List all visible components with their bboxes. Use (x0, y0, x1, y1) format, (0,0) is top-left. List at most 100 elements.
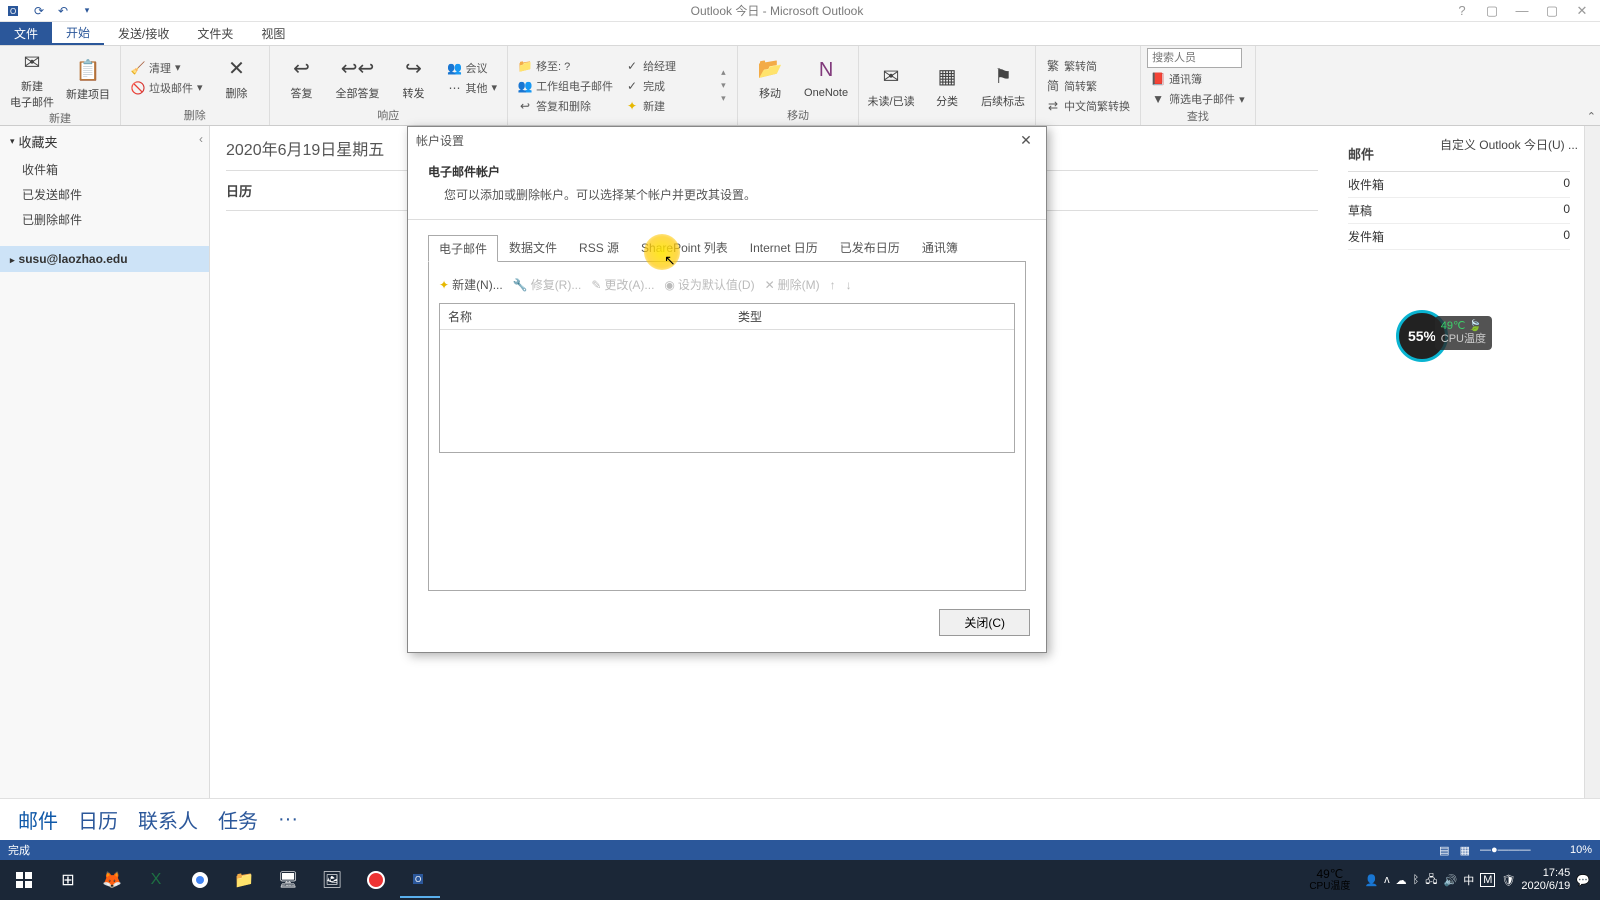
nav-sent[interactable]: 已发送邮件 (0, 182, 209, 207)
move-button[interactable]: 📂移动 (744, 55, 796, 101)
nav-account[interactable]: ▸susu@laozhao.edu (0, 246, 209, 272)
cpu-temp-widget[interactable]: 49℃ 🍃 CPU温度 (1435, 316, 1492, 350)
tab-sendreceive[interactable]: 发送/接收 (104, 22, 183, 45)
team-email-button[interactable]: 👥工作组电子邮件 (514, 77, 617, 95)
summary-drafts[interactable]: 草稿0 (1348, 198, 1570, 224)
dlg-tab-addressbooks[interactable]: 通讯簿 (911, 234, 969, 261)
status-view-normal-icon[interactable]: ▤ (1439, 844, 1449, 857)
taskbar-outlook-icon[interactable]: O (400, 862, 440, 898)
done-button[interactable]: ✓完成 (621, 77, 717, 95)
tab-file[interactable]: 文件 (0, 22, 52, 45)
taskbar-record-icon[interactable] (356, 862, 396, 898)
reply-all-button[interactable]: ↩↩全部答复 (332, 55, 384, 101)
taskbar-excel-icon[interactable]: X (136, 862, 176, 898)
taskbar-app-1-icon[interactable]: 🦊 (92, 862, 132, 898)
dialog-close-button[interactable]: ✕ (1014, 132, 1038, 149)
tray-volume-icon[interactable]: 🔊 (1444, 874, 1458, 887)
zoom-level[interactable]: 10% (1570, 844, 1592, 856)
forward-icon: ↪ (400, 55, 428, 83)
tray-onedrive-icon[interactable]: ☁ (1396, 874, 1407, 887)
nav-collapse-icon[interactable]: ‹ (199, 132, 203, 146)
tray-people-icon[interactable]: 👤 (1364, 874, 1378, 887)
new-email-button[interactable]: ✉ 新建 电子邮件 (6, 48, 58, 110)
tray-chevron-icon[interactable]: ʌ (1384, 874, 1390, 886)
help-icon[interactable]: ? (1452, 3, 1472, 19)
close-window-icon[interactable]: ✕ (1572, 3, 1592, 19)
quicksteps-launcher-icon[interactable]: ▾ (721, 93, 731, 104)
tray-shield-icon[interactable]: 🛡 (1501, 874, 1515, 887)
tab-home[interactable]: 开始 (52, 22, 104, 45)
tray-network-icon[interactable]: 🖧 (1425, 871, 1437, 890)
junk-button[interactable]: 🚫垃圾邮件 ▾ (127, 79, 207, 97)
moveto-button[interactable]: 📁移至: ? (514, 57, 617, 75)
taskbar-app-3-icon[interactable]: 🖼 (312, 862, 352, 898)
dialog-close-footer-button[interactable]: 关闭(C) (939, 609, 1030, 636)
tab-folder[interactable]: 文件夹 (183, 22, 247, 45)
delete-button[interactable]: ✕ 删除 (211, 55, 263, 101)
search-people-input[interactable] (1147, 48, 1242, 68)
content-scrollbar[interactable] (1584, 126, 1600, 798)
tomanager-button[interactable]: ✓给经理 (621, 57, 717, 75)
navbar-more[interactable]: ··· (278, 808, 298, 831)
clean-button[interactable]: 🧹清理 ▾ (127, 59, 207, 77)
dlg-tab-email[interactable]: 电子邮件 (428, 235, 498, 262)
zoom-slider[interactable]: —●——— (1480, 844, 1560, 856)
summary-inbox[interactable]: 收件箱0 (1348, 172, 1570, 198)
filter-email-button[interactable]: ▼筛选电子邮件 ▾ (1147, 90, 1249, 108)
tray-m-icon[interactable]: M (1480, 873, 1495, 887)
account-list-table[interactable]: 名称 类型 (439, 303, 1015, 453)
more-button[interactable]: ⋯其他 ▾ (444, 79, 502, 97)
qat-sendreceive-icon[interactable]: ⟳ (30, 2, 48, 20)
customize-today-link[interactable]: 自定义 Outlook 今日(U) ... (1440, 136, 1578, 153)
ribbon-collapse-icon[interactable]: ⌃ (1587, 110, 1596, 123)
dlg-tab-publishedcal[interactable]: 已发布日历 (829, 234, 911, 261)
tray-notifications-icon[interactable]: 💬 (1576, 874, 1590, 887)
taskbar-temp-widget[interactable]: 49℃ CPU温度 (1309, 867, 1350, 893)
ribbon-options-icon[interactable]: ▢ (1482, 3, 1502, 19)
categorize-button[interactable]: ▦分类 (921, 63, 973, 109)
tab-view[interactable]: 视图 (247, 22, 299, 45)
dialog-heading: 电子邮件帐户 (428, 159, 1026, 184)
tray-clock[interactable]: 17:45 2020/6/19 (1521, 867, 1570, 893)
new-item-button[interactable]: 📋 新建项目 (62, 56, 114, 102)
taskbar-chrome-icon[interactable] (180, 862, 220, 898)
unread-button[interactable]: ✉未读/已读 (865, 63, 917, 109)
dlg-tab-internetcal[interactable]: Internet 日历 (739, 234, 829, 261)
minimize-icon[interactable]: — (1512, 3, 1532, 19)
navbar-calendar[interactable]: 日历 (78, 805, 118, 834)
replydelete-button[interactable]: ↩答复和删除 (514, 97, 617, 115)
nav-deleted[interactable]: 已删除邮件 (0, 207, 209, 232)
qat-customize-icon[interactable]: ▾ (78, 2, 96, 20)
navbar-mail[interactable]: 邮件 (18, 805, 58, 834)
navbar-contacts[interactable]: 联系人 (138, 805, 198, 834)
favorites-header[interactable]: ▾收藏夹 (0, 126, 209, 157)
followup-button[interactable]: ⚑后续标志 (977, 63, 1029, 109)
cn-convert-button[interactable]: ⇄中文简繁转换 (1042, 97, 1134, 115)
forward-button[interactable]: ↪转发 (388, 55, 440, 101)
to-simplified-button[interactable]: 繁繁转简 (1042, 57, 1134, 75)
start-button[interactable] (4, 862, 44, 898)
taskbar-app-2-icon[interactable]: 🖥 (268, 862, 308, 898)
qat-undo-icon[interactable]: ↶ (54, 2, 72, 20)
summary-outbox[interactable]: 发件箱0 (1348, 224, 1570, 250)
account-new-button[interactable]: ✦新建(N)... (439, 276, 503, 293)
taskbar-explorer-icon[interactable]: 📁 (224, 862, 264, 898)
taskview-icon[interactable]: ⊞ (48, 862, 88, 898)
dlg-tab-datafiles[interactable]: 数据文件 (498, 234, 568, 261)
addressbook-button[interactable]: 📕通讯簿 (1147, 70, 1249, 88)
nav-inbox[interactable]: 收件箱 (0, 157, 209, 182)
reply-button[interactable]: ↩答复 (276, 55, 328, 101)
quicksteps-down-icon[interactable]: ▾ (721, 80, 731, 91)
onenote-button[interactable]: NOneNote (800, 57, 852, 99)
new-quick-button[interactable]: ✦新建 (621, 97, 717, 115)
status-view-reading-icon[interactable]: ▦ (1460, 844, 1470, 857)
dlg-tab-rss[interactable]: RSS 源 (568, 234, 630, 261)
navbar-tasks[interactable]: 任务 (218, 805, 258, 834)
to-traditional-button[interactable]: 简简转繁 (1042, 77, 1134, 95)
tray-bluetooth-icon[interactable]: ᛒ (1413, 874, 1420, 886)
tray-ime-icon[interactable]: 中 (1463, 872, 1474, 888)
meeting-button[interactable]: 👥会议 (444, 59, 502, 77)
maximize-icon[interactable]: ▢ (1542, 3, 1562, 19)
quicksteps-up-icon[interactable]: ▴ (721, 67, 731, 78)
dlg-tab-sharepoint[interactable]: SharePoint 列表 (630, 234, 739, 261)
